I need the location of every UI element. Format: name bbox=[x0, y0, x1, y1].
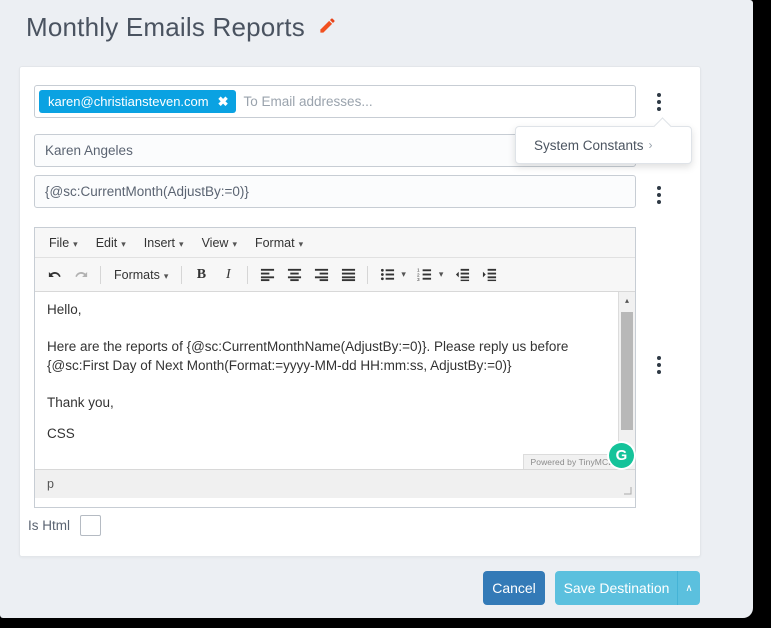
toolbar-divider bbox=[181, 265, 183, 284]
save-destination-caret-button[interactable]: ∧ bbox=[677, 571, 700, 605]
numbered-list-dropdown[interactable]: 123 ▾ bbox=[412, 263, 449, 287]
pencil-icon[interactable] bbox=[318, 11, 337, 42]
page-root: Monthly Emails Reports karen@christianst… bbox=[0, 0, 753, 618]
display-name-value: Karen Angeles bbox=[45, 143, 133, 158]
cancel-button[interactable]: Cancel bbox=[483, 571, 545, 605]
chevron-down-icon: ▾ bbox=[121, 238, 126, 249]
grammarly-letter: G bbox=[615, 447, 628, 464]
footer-actions: Cancel Save Destination ∧ bbox=[0, 566, 753, 618]
editor-toolbar: Formats ▾ B I ▾ 1 2 3 ▾ bbox=[35, 258, 635, 292]
indent-icon[interactable] bbox=[476, 263, 502, 287]
editor-content[interactable]: Hello, Here are the reports of {@sc:Curr… bbox=[35, 292, 635, 444]
menu-view[interactable]: View ▾ bbox=[194, 233, 245, 253]
editor-body[interactable]: Hello, Here are the reports of {@sc:Curr… bbox=[35, 292, 635, 469]
outdent-icon[interactable] bbox=[449, 263, 475, 287]
is-html-row: Is Html bbox=[28, 515, 101, 536]
chevron-down-icon: ▾ bbox=[298, 238, 304, 249]
svg-text:3: 3 bbox=[417, 277, 420, 282]
page-title: Monthly Emails Reports bbox=[26, 12, 337, 45]
scroll-up-icon[interactable]: ▴ bbox=[619, 292, 635, 308]
menu-file[interactable]: File ▾ bbox=[41, 233, 86, 253]
save-destination-button[interactable]: Save Destination bbox=[555, 571, 678, 605]
email-recipient-tag[interactable]: karen@christiansteven.com ✖ bbox=[39, 90, 236, 113]
element-path[interactable]: p bbox=[47, 477, 54, 491]
kebab-dot bbox=[657, 356, 661, 360]
resize-handle[interactable] bbox=[623, 486, 632, 495]
bullet-list-dropdown[interactable]: ▾ bbox=[374, 263, 411, 287]
to-email-options-menu[interactable] bbox=[650, 89, 668, 115]
email-recipient-label: karen@christiansteven.com bbox=[48, 94, 209, 109]
align-left-icon[interactable] bbox=[254, 263, 280, 287]
chevron-down-icon: ▾ bbox=[73, 238, 78, 249]
subject-value: {@sc:CurrentMonth(AdjustBy:=0)} bbox=[45, 184, 249, 199]
toolbar-divider bbox=[367, 265, 369, 284]
kebab-dot bbox=[657, 107, 661, 111]
editor-paragraph-1: Hello, bbox=[47, 302, 82, 317]
bold-label: B bbox=[196, 266, 207, 282]
is-html-label: Is Html bbox=[28, 518, 70, 533]
bold-button[interactable]: B bbox=[188, 263, 214, 287]
kebab-dot bbox=[657, 100, 661, 104]
system-constants-label: System Constants bbox=[534, 137, 644, 153]
chevron-down-icon: ▾ bbox=[179, 238, 184, 249]
editor-menubar: File ▾ Edit ▾ Insert ▾ View ▾ Format ▾ bbox=[35, 228, 635, 258]
menu-edit-label: Edit bbox=[95, 235, 118, 250]
to-email-placeholder: To Email addresses... bbox=[243, 94, 373, 109]
numbered-list-icon[interactable]: 123 bbox=[412, 263, 438, 287]
kebab-dot bbox=[657, 186, 661, 190]
editor-paragraph-4: CSS bbox=[47, 426, 75, 442]
to-email-input[interactable]: karen@christiansteven.com ✖ To Email add… bbox=[34, 85, 636, 118]
chevron-down-icon: ▾ bbox=[401, 269, 406, 279]
menu-edit[interactable]: Edit ▾ bbox=[88, 233, 134, 253]
bullet-list-icon[interactable] bbox=[374, 263, 400, 287]
kebab-dot bbox=[657, 200, 661, 204]
system-constants-popover[interactable]: System Constants › bbox=[515, 126, 692, 164]
align-justify-icon[interactable] bbox=[335, 263, 361, 287]
kebab-dot bbox=[657, 193, 661, 197]
tinymce-branding: Powered by TinyMCE bbox=[523, 454, 619, 469]
grammarly-badge-icon[interactable]: G bbox=[609, 443, 634, 468]
chevron-down-icon: ▾ bbox=[438, 269, 444, 279]
page-title-text: Monthly Emails Reports bbox=[26, 12, 305, 42]
editor-paragraph-3: Thank you, bbox=[47, 394, 114, 410]
menu-view-label: View bbox=[201, 235, 229, 250]
editor-options-menu[interactable] bbox=[650, 352, 668, 378]
menu-format[interactable]: Format ▾ bbox=[247, 233, 311, 253]
formats-label: Formats bbox=[114, 267, 160, 282]
kebab-dot bbox=[657, 370, 661, 374]
toolbar-divider bbox=[247, 265, 249, 284]
is-html-checkbox[interactable] bbox=[80, 515, 101, 536]
subject-input[interactable]: {@sc:CurrentMonth(AdjustBy:=0)} bbox=[34, 175, 636, 208]
editor-statusbar: p bbox=[35, 469, 635, 498]
formats-dropdown[interactable]: Formats ▾ bbox=[107, 265, 175, 285]
redo-button[interactable] bbox=[68, 263, 94, 287]
editor-paragraph-2: Here are the reports of {@sc:CurrentMont… bbox=[47, 338, 569, 374]
scrollbar-thumb[interactable] bbox=[621, 312, 633, 430]
chevron-down-icon: ▾ bbox=[163, 270, 169, 281]
menu-insert[interactable]: Insert ▾ bbox=[136, 233, 192, 253]
rich-text-editor[interactable]: File ▾ Edit ▾ Insert ▾ View ▾ Format ▾ F… bbox=[34, 227, 636, 508]
kebab-dot bbox=[657, 363, 661, 367]
italic-label: I bbox=[226, 266, 231, 282]
align-right-icon[interactable] bbox=[308, 263, 334, 287]
italic-button[interactable]: I bbox=[215, 263, 241, 287]
menu-insert-label: Insert bbox=[143, 235, 176, 250]
remove-recipient-icon[interactable]: ✖ bbox=[218, 95, 229, 108]
toolbar-divider bbox=[100, 265, 101, 284]
undo-button[interactable] bbox=[41, 263, 67, 287]
menu-file-label: File bbox=[49, 235, 70, 250]
chevron-right-icon: › bbox=[648, 138, 653, 152]
menu-format-label: Format bbox=[254, 235, 295, 250]
chevron-down-icon: ▾ bbox=[232, 238, 237, 249]
align-center-icon[interactable] bbox=[281, 263, 307, 287]
subject-options-menu[interactable] bbox=[650, 182, 668, 208]
kebab-dot bbox=[657, 93, 661, 97]
